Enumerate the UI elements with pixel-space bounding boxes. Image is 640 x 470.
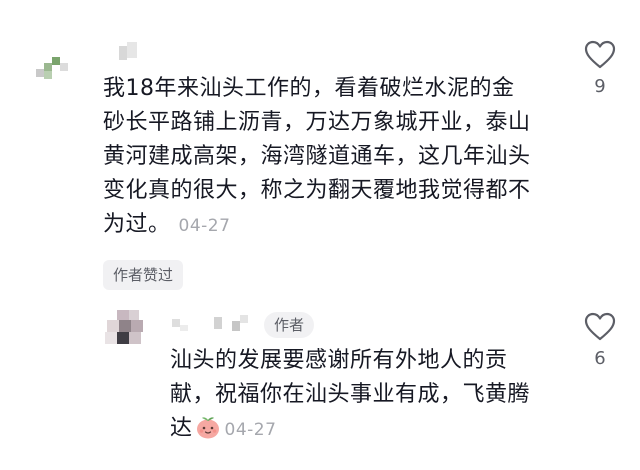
avatar[interactable]	[36, 55, 76, 85]
peach-face-emoji	[196, 417, 219, 439]
reply-line-last: 达 04-27	[170, 412, 570, 447]
comment-text: 我18年来汕头工作的，看着破烂水泥的金 砂长平路铺上沥青，万达万象城开业，泰山 …	[103, 72, 583, 243]
heart-outline-icon[interactable]	[584, 312, 616, 342]
heart-outline-icon[interactable]	[584, 40, 616, 70]
like-count: 9	[594, 76, 606, 97]
username[interactable]	[119, 42, 143, 64]
author-liked-badge: 作者赞过	[103, 260, 184, 290]
reply-text: 汕头的发展要感谢所有外地人的贡 献，祝福你在汕头事业有成，飞黄腾 达 04-27	[170, 344, 570, 447]
reply-line: 达	[170, 416, 193, 441]
reply-username[interactable]	[172, 315, 260, 335]
comment-line: 变化真的很大，称之为翻天覆地我觉得都不	[103, 178, 531, 203]
comment-date: 04-27	[178, 216, 231, 236]
comment-line: 黄河建成高架，海湾隧道通车，这几年汕头	[103, 144, 531, 169]
reply-line: 汕头的发展要感谢所有外地人的贡	[170, 348, 508, 373]
author-badge: 作者	[264, 312, 315, 338]
comment-line-last: 为过。 04-27	[103, 208, 583, 243]
reply-line: 献，祝福你在汕头事业有成，飞黄腾	[170, 382, 531, 407]
comment-line: 我18年来汕头工作的，看着破烂水泥的金	[103, 76, 515, 101]
comment-line: 为过。	[103, 212, 171, 237]
reply-avatar[interactable]	[105, 310, 151, 350]
reply-date: 04-27	[224, 420, 277, 440]
comment-line: 砂长平路铺上沥青，万达万象城开业，泰山	[103, 110, 531, 135]
like-count: 6	[594, 348, 606, 369]
